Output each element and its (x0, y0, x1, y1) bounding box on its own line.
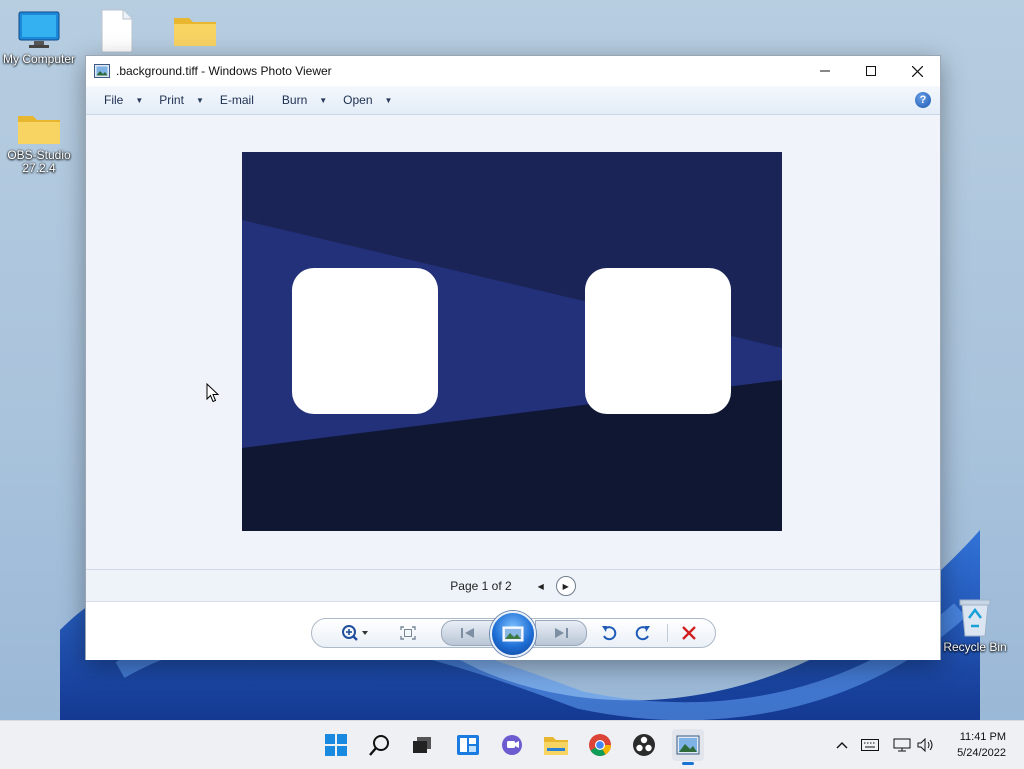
chevron-down-icon: ▼ (135, 95, 144, 105)
photo-viewer-taskbar-button[interactable] (672, 729, 704, 765)
document-icon (101, 9, 133, 53)
search-icon (369, 735, 389, 756)
previous-page-button[interactable]: ◀ (532, 577, 550, 595)
maximize-icon (866, 66, 876, 76)
obs-icon (633, 734, 655, 756)
folder-icon (174, 18, 216, 46)
next-page-button[interactable]: ▶ (555, 576, 576, 596)
taskbar: 11:41 PM 5/24/2022 (0, 720, 1024, 769)
desktop-icon-obs-studio[interactable]: OBS-Studio 27.2.4 (0, 110, 78, 175)
control-bar (86, 601, 940, 660)
desktop-icon-document[interactable] (78, 8, 156, 57)
task-view-icon (413, 737, 431, 753)
menu-print[interactable]: Print ▼ (151, 86, 212, 114)
minimize-icon (820, 70, 830, 72)
zoom-icon (342, 625, 368, 641)
help-icon[interactable]: ? (915, 92, 931, 108)
volume-button[interactable] (916, 735, 936, 755)
close-button[interactable] (894, 56, 940, 86)
start-icon (325, 734, 347, 756)
mouse-cursor-icon (206, 383, 220, 403)
volume-icon (917, 738, 933, 752)
previous-image-button[interactable] (441, 620, 495, 646)
displayed-image (242, 152, 782, 531)
menu-burn[interactable]: Burn ▼ (274, 86, 335, 114)
page-navigation: Page 1 of 2 ◀ ▶ (86, 569, 940, 602)
menu-open-label: Open (343, 93, 373, 107)
menu-file-label: File (104, 93, 124, 107)
slideshow-icon (502, 626, 524, 642)
chrome-button[interactable] (584, 729, 616, 761)
zoom-button[interactable] (338, 623, 374, 643)
photo-viewer-window: .background.tiff - Windows Photo Viewer … (85, 55, 941, 660)
obs-button[interactable] (628, 729, 660, 761)
photo-viewer-icon (676, 735, 700, 755)
system-clock[interactable]: 11:41 PM 5/24/2022 (957, 729, 1006, 761)
rotate-right-icon (635, 626, 650, 641)
rotate-clockwise-button[interactable] (632, 623, 654, 643)
menu-print-label: Print (159, 93, 184, 107)
page-indicator: Page 1 of 2 (450, 579, 512, 593)
desktop-icon-folder[interactable] (156, 12, 234, 51)
close-icon (911, 65, 923, 77)
controls-pill (311, 611, 716, 657)
window-title: .background.tiff - Windows Photo Viewer (116, 64, 332, 78)
chevron-down-icon: ▼ (195, 95, 204, 105)
slideshow-button[interactable] (490, 611, 536, 657)
image-canvas (86, 115, 940, 569)
chrome-icon (589, 734, 611, 756)
file-explorer-icon (544, 737, 568, 755)
title-bar[interactable]: .background.tiff - Windows Photo Viewer (86, 56, 940, 86)
monitor-icon (18, 11, 60, 48)
rotate-counterclockwise-button[interactable] (598, 623, 620, 643)
actual-size-button[interactable] (397, 624, 419, 642)
menu-email[interactable]: E-mail (212, 86, 262, 114)
desktop-icon-recycle-bin[interactable]: Recycle Bin (936, 596, 1014, 654)
file-explorer-button[interactable] (540, 729, 572, 761)
menu-burn-label: Burn (281, 93, 308, 107)
chat-icon (502, 735, 522, 755)
skip-forward-icon (555, 628, 568, 638)
widgets-button[interactable] (452, 729, 484, 761)
recycle-bin-icon (959, 599, 991, 637)
photo-viewer-icon (94, 64, 110, 78)
chevron-down-icon: ▼ (319, 95, 328, 105)
network-button[interactable] (892, 735, 912, 755)
desktop-icon-label: Recycle Bin (943, 640, 1007, 654)
desktop-icon-my-computer[interactable]: My Computer (0, 10, 78, 66)
minimize-button[interactable] (802, 56, 848, 86)
skip-back-icon (461, 628, 474, 638)
search-button[interactable] (364, 729, 396, 761)
start-button[interactable] (320, 729, 352, 761)
folder-icon (18, 116, 60, 144)
actual-size-icon (400, 626, 416, 640)
show-hidden-icons-button[interactable] (832, 735, 852, 755)
command-bar: File ▼ Print ▼ E-mail Burn ▼ Open ▼ ? (86, 86, 940, 115)
chat-button[interactable] (496, 729, 528, 761)
task-view-button[interactable] (406, 729, 438, 761)
chevron-up-icon (836, 742, 848, 749)
delete-icon (682, 626, 696, 640)
desktop-icon-label: My Computer (2, 52, 76, 66)
active-app-indicator (682, 762, 694, 765)
maximize-button[interactable] (848, 56, 894, 86)
menu-email-label: E-mail (219, 93, 254, 107)
clock-time: 11:41 PM (959, 731, 1006, 743)
keyboard-icon (861, 739, 879, 751)
next-image-button[interactable] (535, 620, 587, 646)
chevron-down-icon: ▼ (384, 95, 393, 105)
desktop-icon-label: OBS-Studio 27.2.4 (7, 148, 71, 175)
keyboard-button[interactable] (860, 735, 880, 755)
network-icon (893, 738, 911, 752)
rotate-left-icon (602, 626, 617, 641)
widgets-icon (457, 735, 479, 755)
clock-date: 5/24/2022 (957, 747, 1006, 759)
delete-button[interactable] (678, 623, 700, 643)
menu-open[interactable]: Open ▼ (335, 86, 400, 114)
divider (667, 624, 668, 642)
menu-file[interactable]: File ▼ (96, 86, 151, 114)
